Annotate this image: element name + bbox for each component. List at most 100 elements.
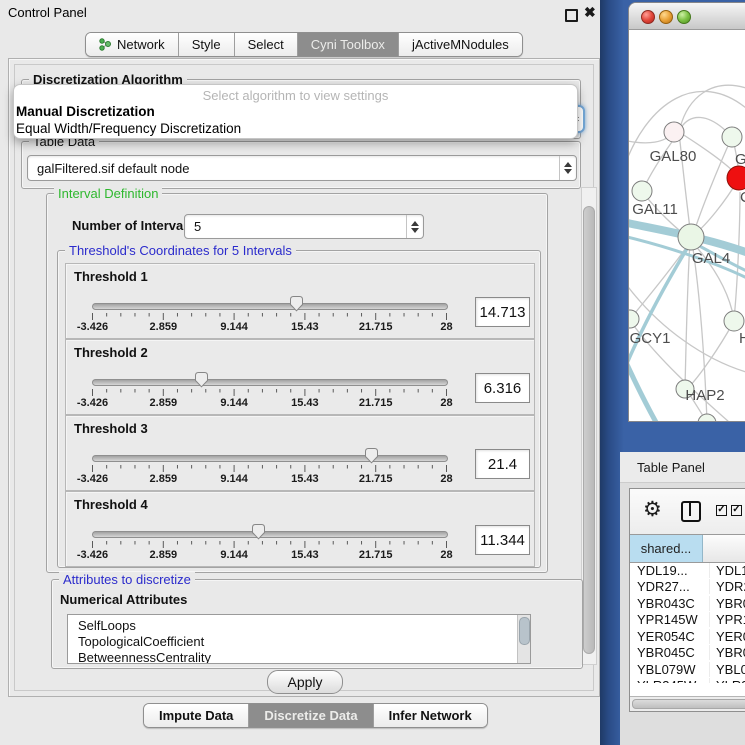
cyni-toolbox-panel: Discretization Algorithm Table Data galF… [8, 58, 600, 697]
node-gal4[interactable] [678, 224, 704, 250]
table-row[interactable]: YER054CYER0 [630, 628, 745, 645]
attribute-list-item[interactable]: SelfLoops [68, 615, 530, 634]
threshold-value-input[interactable]: 21.4 [475, 449, 530, 479]
close-traffic-light-icon[interactable] [641, 10, 655, 24]
close-icon[interactable]: ✖ [584, 4, 596, 21]
numerical-attributes-list[interactable]: SelfLoopsTopologicalCoefficientBetweenne… [67, 614, 531, 664]
slider-tick-label: 28 [440, 397, 452, 409]
table-row[interactable]: YBR043CYBR0 [630, 595, 745, 612]
threshold-slider-thumb[interactable] [289, 295, 304, 312]
node-gal80[interactable] [664, 122, 684, 142]
select-none-checkbox-icon[interactable]: ✓ [731, 505, 742, 516]
name-cell[interactable]: YDR2 [710, 579, 745, 594]
name-cell[interactable]: YBR0 [710, 596, 745, 611]
algorithm-option-equal-width[interactable]: Equal Width/Frequency Discretization [14, 120, 577, 137]
minimize-traffic-light-icon[interactable] [659, 10, 673, 24]
slider-tick-label: 21.715 [359, 473, 393, 485]
algorithm-option-manual[interactable]: Manual Discretization [14, 103, 577, 120]
select-all-checkbox-icon[interactable]: ✓ [716, 505, 727, 516]
table-row[interactable]: YDR27...YDR2 [630, 579, 745, 596]
attribute-list-item[interactable]: TopologicalCoefficient [68, 634, 530, 650]
panel-vertical-scrollbar[interactable] [581, 187, 597, 665]
network-edge [629, 360, 657, 422]
tab-select[interactable]: Select [235, 33, 298, 56]
threshold-slider-thumb[interactable] [251, 523, 266, 540]
slider-tick-label: 15.43 [291, 397, 319, 409]
name-cell[interactable]: YER0 [710, 629, 745, 644]
scrollbar-thumb[interactable] [583, 206, 595, 654]
columns-icon[interactable] [681, 501, 701, 522]
name-cell[interactable]: YBL0 [710, 662, 745, 677]
table-row[interactable]: YPR145WYPR1 [630, 612, 745, 629]
number-of-intervals-combobox[interactable]: 5 [184, 214, 424, 239]
zoom-traffic-light-icon[interactable] [677, 10, 691, 24]
column-header-shared-name[interactable]: shared... [630, 535, 703, 562]
threshold-slider-track[interactable] [92, 379, 448, 386]
threshold-slider-thumb[interactable] [364, 447, 379, 464]
name-cell[interactable]: YDL1 [710, 563, 745, 578]
shared-name-cell[interactable]: YDR27... [630, 579, 710, 594]
algorithm-dropdown-popup: Select algorithm to view settings Manual… [13, 84, 578, 139]
numerical-attributes-title: Numerical Attributes [60, 592, 187, 607]
node-gcy1[interactable] [629, 310, 639, 328]
network-edge [689, 323, 733, 387]
table-horizontal-scrollbar[interactable] [630, 696, 745, 711]
shared-name-cell[interactable]: YDL19... [630, 563, 710, 578]
shared-name-cell[interactable]: YBR043C [630, 596, 710, 611]
table-data-combobox[interactable]: galFiltered.sif default node [27, 155, 577, 181]
apply-button[interactable]: Apply [267, 670, 343, 694]
threshold-slider-track[interactable] [92, 531, 448, 538]
tab-style[interactable]: Style [179, 33, 235, 56]
shared-name-cell[interactable]: YER054C [630, 629, 710, 644]
network-canvas[interactable]: GAL80GACGAL11GAL4GCY1HHAP2 [629, 30, 745, 422]
hscrollbar-thumb[interactable] [632, 699, 745, 709]
table-data-stepper[interactable] [559, 156, 576, 180]
name-cell[interactable]: YPR1 [710, 612, 745, 627]
attribute-list-item[interactable]: BetweennessCentrality [68, 650, 530, 664]
node-bottom[interactable] [698, 414, 716, 422]
table-panel-title: Table Panel [637, 460, 705, 475]
gear-icon[interactable]: ⚙ [643, 497, 662, 522]
threshold-value-input[interactable]: 6.316 [475, 373, 530, 403]
shared-name-cell[interactable]: YPR145W [630, 612, 710, 627]
slider-tick-label: 21.715 [359, 549, 393, 561]
node-top-right[interactable] [722, 127, 742, 147]
algorithm-placeholder-option: Select algorithm to view settings [14, 88, 577, 103]
float-window-icon[interactable] [565, 9, 578, 22]
table-row[interactable]: YBR045CYBR0 [630, 645, 745, 662]
threshold-value-input[interactable]: 14.713 [475, 297, 530, 327]
shared-name-cell[interactable]: YLR345W [630, 678, 710, 683]
tab-jactivemnodules[interactable]: jActiveMNodules [399, 33, 522, 56]
list-scrollbar[interactable] [517, 615, 530, 663]
column-header-name[interactable]: na [703, 535, 745, 562]
number-of-intervals-stepper[interactable] [406, 215, 423, 238]
node-red[interactable] [727, 166, 745, 190]
shared-name-cell[interactable]: YBL079W [630, 662, 710, 677]
threshold-panel-3: Threshold 3-3.4262.8599.14415.4321.71528… [65, 415, 535, 491]
slider-tick-label: 9.144 [220, 549, 248, 561]
threshold-slider-track[interactable] [92, 455, 448, 462]
table-row[interactable]: YBL079WYBL0 [630, 661, 745, 678]
name-cell[interactable]: YLR3 [710, 678, 745, 683]
tab-infer-network[interactable]: Infer Network [374, 704, 487, 727]
tab-label: Style [192, 37, 221, 52]
node-gal11[interactable] [632, 181, 652, 201]
tab-impute-data[interactable]: Impute Data [144, 704, 249, 727]
table-row[interactable]: YLR345WYLR3 [630, 678, 745, 684]
table-toolbar: ⚙ ✓ ✓ [630, 489, 745, 534]
tab-cyni-toolbox[interactable]: Cyni Toolbox [298, 33, 399, 56]
tab-discretize-data[interactable]: Discretize Data [249, 704, 373, 727]
slider-tick-label: 9.144 [220, 473, 248, 485]
node-right-h[interactable] [724, 311, 744, 331]
control-panel-window: Control Panel ✖ NetworkStyleSelectCyni T… [0, 0, 600, 745]
list-scrollbar-thumb[interactable] [519, 617, 530, 645]
slider-tick-label: 15.43 [291, 321, 319, 333]
threshold-slider-track[interactable] [92, 303, 448, 310]
threshold-value-input[interactable]: 11.344 [475, 525, 530, 555]
slider-tick-label: -3.426 [77, 397, 108, 409]
table-row[interactable]: YDL19...YDL1 [630, 562, 745, 579]
threshold-slider-thumb[interactable] [194, 371, 209, 388]
tab-network[interactable]: Network [86, 33, 179, 56]
shared-name-cell[interactable]: YBR045C [630, 645, 710, 660]
name-cell[interactable]: YBR0 [710, 645, 745, 660]
